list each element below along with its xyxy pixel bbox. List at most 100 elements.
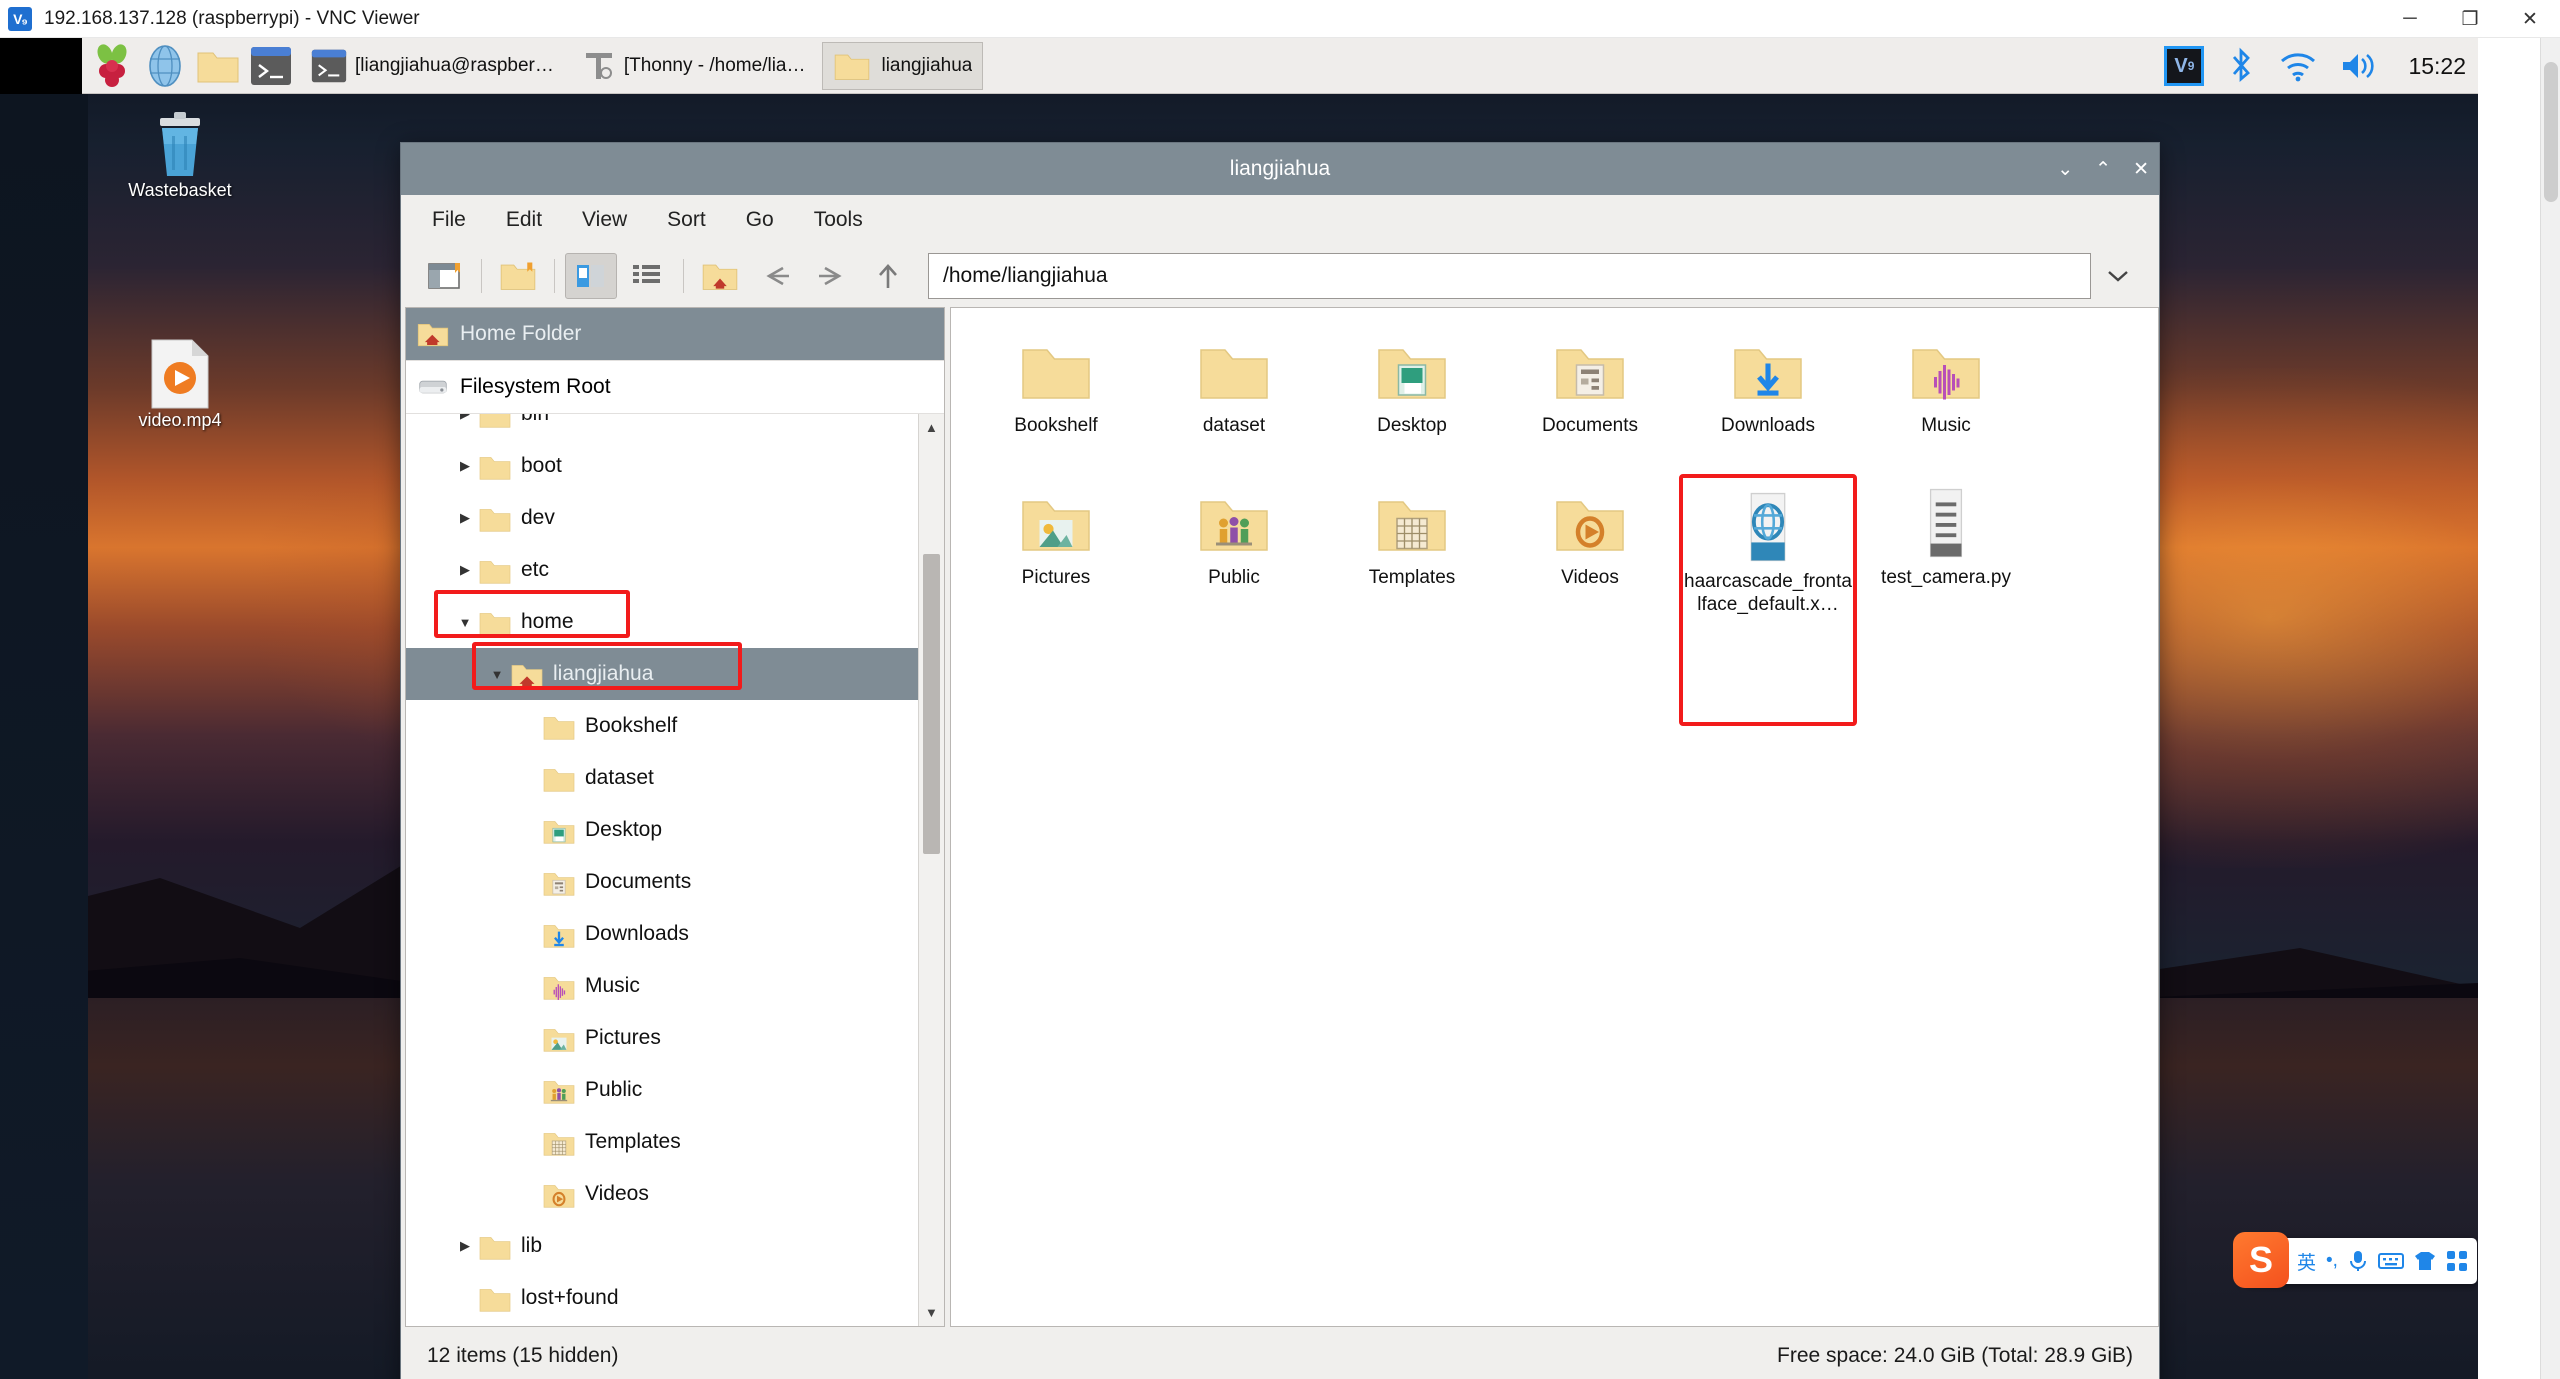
task-button-file-manager[interactable]: liangjiahua [822,41,984,90]
wallpaper-left-edge [0,94,88,1379]
sidebar-place-filesystem-root[interactable]: Filesystem Root [406,361,944,414]
directory-tree[interactable]: ▶ bin ▶ boot ▶ dev ▶ etc ▼ home ▼ liangjiahua Booksh… [406,414,944,1326]
tree-item-home[interactable]: ▼ home [406,596,920,648]
file-list-view[interactable]: Bookshelf dataset Desktop Documents Download… [950,307,2159,1327]
tree-item-desktop[interactable]: Desktop [406,804,920,856]
wifi-icon[interactable] [2278,50,2318,82]
forward-button[interactable] [806,253,858,299]
tree-item-dev[interactable]: ▶ dev [406,492,920,544]
chevron-right-icon[interactable]: ▶ [452,562,478,578]
bluetooth-icon[interactable] [2226,47,2256,85]
chevron-right-icon[interactable]: ▶ [452,510,478,526]
sogou-ime-toolbar[interactable]: S 英 •, [2233,1232,2477,1288]
sidebar-place-home-folder[interactable]: Home Folder [406,308,944,361]
file-item[interactable]: Desktop [1323,322,1501,474]
fm-close-button[interactable]: ✕ [2133,160,2149,179]
new-folder-button[interactable] [492,253,544,299]
maximize-button[interactable]: ❐ [2440,0,2500,38]
web-browser-icon[interactable] [142,43,188,89]
fm-maximize-button[interactable]: ⌃ [2095,160,2111,179]
vnc-scrollbar-thumb[interactable] [2544,62,2558,202]
tree-item-documents[interactable]: Documents [406,856,920,908]
scroll-up-arrow[interactable]: ▲ [925,420,938,435]
terminal-icon[interactable] [248,43,294,89]
tree-item-bin[interactable]: ▶ bin [406,414,920,440]
tree-item-lost-found[interactable]: lost+found [406,1272,920,1324]
tree-scrollbar[interactable]: ▲ ▼ [918,414,944,1326]
scroll-down-arrow[interactable]: ▼ [925,1305,938,1320]
chevron-right-icon[interactable]: ▶ [452,1238,478,1254]
fm-minimize-button[interactable]: ⌄ [2057,160,2073,179]
menu-item-view[interactable]: View [577,205,632,235]
path-input[interactable]: /home/liangjiahua [928,253,2091,299]
vnc-vertical-scrollbar[interactable] [2540,38,2560,1379]
ime-punctuation-icon[interactable]: •, [2326,1250,2338,1272]
file-item[interactable]: Templates [1323,474,1501,626]
ime-mode-icon[interactable]: 英 [2297,1248,2316,1275]
chevron-down-icon[interactable]: ▼ [452,615,478,630]
remote-desktop-surface[interactable]: Wastebasket video.mp4 [liangjiahua@raspb… [0,38,2478,1379]
skin-icon[interactable] [2414,1250,2436,1272]
file-item[interactable]: test_camera.py [1857,474,2035,626]
file-item-label: haarcascade_frontalface_default.x… [1684,571,1852,616]
menu-item-tools[interactable]: Tools [809,205,868,235]
taskbar-clock[interactable]: 15:22 [2408,53,2466,80]
file-item[interactable]: Bookshelf [967,322,1145,474]
file-item[interactable]: dataset [1145,322,1323,474]
vnc-server-icon[interactable]: V9 [2164,46,2205,86]
video-file-icon [105,338,255,410]
file-manager-icon[interactable] [195,43,241,89]
task-button-terminal[interactable]: [liangjiahua@raspber… [300,42,565,90]
tree-item-downloads[interactable]: Downloads [406,908,920,960]
task-button-label: [Thonny - /home/lia… [623,54,806,76]
list-view-button[interactable] [621,253,673,299]
desktop-icon-wastebasket[interactable]: Wastebasket [105,108,255,201]
path-dropdown-button[interactable] [2095,253,2141,299]
tree-item-music[interactable]: Music [406,960,920,1012]
file-item[interactable]: Videos [1501,474,1679,626]
file-item[interactable]: Downloads [1679,322,1857,474]
menu-item-sort[interactable]: Sort [662,205,711,235]
tree-item-bookshelf[interactable]: Bookshelf [406,700,920,752]
chevron-right-icon[interactable]: ▶ [452,414,478,422]
icon-view-button[interactable] [565,253,617,299]
file-item[interactable]: Music [1857,322,2035,474]
keyboard-icon[interactable] [2377,1251,2404,1271]
tree-item-lib[interactable]: ▶ lib [406,1220,920,1272]
menu-item-edit[interactable]: Edit [501,205,547,235]
home-button[interactable] [694,253,746,299]
chevron-down-icon[interactable]: ▼ [484,667,510,682]
menu-item-file[interactable]: File [427,205,471,235]
up-button[interactable] [862,253,914,299]
back-button[interactable] [750,253,802,299]
raspberry-menu-icon[interactable] [89,43,135,89]
tree-item-pictures[interactable]: Pictures [406,1012,920,1064]
new-tab-button[interactable] [419,253,471,299]
file-item[interactable]: haarcascade_frontalface_default.x… [1679,474,1857,726]
tree-item-public[interactable]: Public [406,1064,920,1116]
file-item[interactable]: Public [1145,474,1323,626]
minimize-button[interactable]: ─ [2380,0,2440,38]
apps-grid-icon[interactable] [2446,1250,2468,1272]
file-manager-titlebar[interactable]: liangjiahua ⌄ ⌃ ✕ [401,143,2159,195]
tree-item-dataset[interactable]: dataset [406,752,920,804]
tree-item-videos[interactable]: Videos [406,1168,920,1220]
microphone-icon[interactable] [2348,1249,2368,1273]
file-item-label: Documents [1541,415,1639,436]
tree-scrollbar-thumb[interactable] [923,554,940,854]
tree-item-etc[interactable]: ▶ etc [406,544,920,596]
close-button[interactable]: ✕ [2500,0,2560,38]
menu-item-go[interactable]: Go [741,205,779,235]
file-item[interactable]: Documents [1501,322,1679,474]
folder-icon [542,712,576,740]
chevron-right-icon[interactable]: ▶ [452,458,478,474]
file-item[interactable]: Pictures [967,474,1145,626]
tree-item-templates[interactable]: Templates [406,1116,920,1168]
vnc-titlebar: V₉ 192.168.137.128 (raspberrypi) - VNC V… [0,0,2560,38]
volume-icon[interactable] [2340,50,2380,82]
tree-item-liangjiahua[interactable]: ▼ liangjiahua [406,648,920,700]
tree-item-boot[interactable]: ▶ boot [406,440,920,492]
desktop-icon-video[interactable]: video.mp4 [105,338,255,431]
sogou-logo-icon[interactable]: S [2233,1232,2289,1288]
task-button-thonny[interactable]: [Thonny - /home/lia… [571,42,817,90]
